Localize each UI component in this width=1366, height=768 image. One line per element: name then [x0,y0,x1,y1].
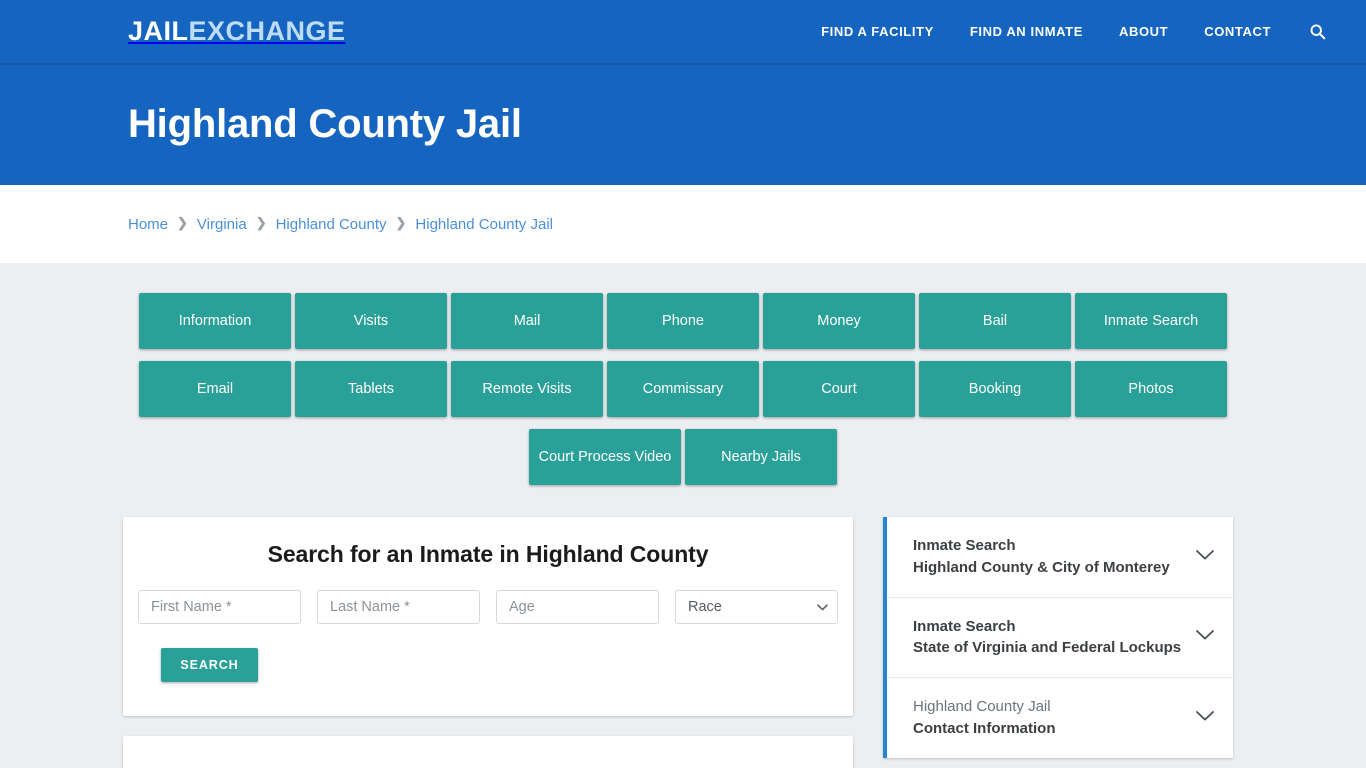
sidebar-accordion: Inmate Search Highland County & City of … [883,517,1233,758]
button-row-1: Information Visits Mail Phone Money Bail… [133,293,1233,349]
nav-item-find-an-inmate[interactable]: FIND AN INMATE [952,0,1101,64]
search-icon [1309,23,1326,40]
content-container: Information Visits Mail Phone Money Bail… [123,263,1243,768]
accordion-item-text: Inmate Search State of Virginia and Fede… [913,616,1181,660]
sidebar-column: Inmate Search Highland County & City of … [883,517,1233,758]
accordion-item-line2: State of Virginia and Federal Lockups [913,639,1182,657]
main-columns: Search for an Inmate in Highland County … [123,517,1243,768]
button-row-3: Court Process Video Nearby Jails [133,429,1233,485]
section-button-nearby-jails[interactable]: Nearby Jails [685,429,837,485]
accordion-item-line1: Highland County Jail [913,698,1051,715]
main-nav: FIND A FACILITY FIND AN INMATE ABOUT CON… [803,0,1338,64]
accordion-item-line1: Inmate Search [913,617,1016,635]
breadcrumb-separator-icon: ❯ [395,215,407,230]
section-button-booking[interactable]: Booking [919,361,1071,417]
section-button-photos[interactable]: Photos [1075,361,1227,417]
breadcrumb-bar: Home ❯ Virginia ❯ Highland County ❯ High… [0,185,1366,263]
accordion-item-line2: Highland County & City of Monterey [913,558,1170,576]
section-button-email[interactable]: Email [139,361,291,417]
accordion-item-text: Inmate Search Highland County & City of … [913,535,1170,579]
accordion-item-text: Highland County Jail Contact Information [913,696,1056,740]
breadcrumb-item-highland-county-jail[interactable]: Highland County Jail [415,216,553,233]
nav-item-about[interactable]: ABOUT [1101,0,1186,64]
breadcrumb-item-home[interactable]: Home [128,216,168,233]
section-button-tablets[interactable]: Tablets [295,361,447,417]
section-button-bail[interactable]: Bail [919,293,1071,349]
section-button-court-process-video[interactable]: Court Process Video [529,429,681,485]
breadcrumb-item-virginia[interactable]: Virginia [197,216,247,233]
page-title: Highland County Jail [128,101,522,146]
hero-banner: Highland County Jail [0,65,1366,185]
jail-information-card: Highland County Jail Information [123,736,853,768]
inmate-search-submit-button[interactable]: SEARCH [161,648,258,682]
section-button-information[interactable]: Information [139,293,291,349]
race-select[interactable]: Race [675,590,838,624]
chevron-down-icon [1195,548,1215,566]
breadcrumb-separator-icon: ❯ [255,215,267,230]
nav-item-contact[interactable]: CONTACT [1186,0,1289,64]
search-toggle-button[interactable] [1289,23,1338,40]
accordion-item-line2: Contact Information [913,719,1056,737]
button-row-2: Email Tablets Remote Visits Commissary C… [133,361,1233,417]
section-button-commissary[interactable]: Commissary [607,361,759,417]
accordion-item-line1: Inmate Search [913,537,1016,554]
section-button-phone[interactable]: Phone [607,293,759,349]
age-input[interactable] [496,590,659,624]
main-column: Search for an Inmate in Highland County … [123,517,853,768]
nav-item-find-a-facility[interactable]: FIND A FACILITY [803,0,952,64]
section-button-court[interactable]: Court [763,361,915,417]
accordion-item-inmate-search-state[interactable]: Inmate Search State of Virginia and Fede… [887,598,1233,678]
breadcrumb-separator-icon: ❯ [177,215,188,230]
inmate-search-heading: Search for an Inmate in Highland County [267,541,709,567]
breadcrumb-item-highland-county[interactable]: Highland County [276,216,387,233]
section-button-money[interactable]: Money [763,293,915,349]
section-button-mail[interactable]: Mail [451,293,603,349]
facility-section-buttons: Information Visits Mail Phone Money Bail… [133,293,1233,485]
accordion-item-inmate-search-county[interactable]: Inmate Search Highland County & City of … [887,517,1233,598]
top-navigation-bar: JAILEXCHANGE FIND A FACILITY FIND AN INM… [0,0,1366,65]
race-select-wrapper: Race [675,590,838,624]
section-button-visits[interactable]: Visits [295,293,447,349]
jail-information-heading: Highland County Jail Information [145,764,831,768]
inmate-search-card: Search for an Inmate in Highland County … [123,517,853,716]
site-logo[interactable]: JAILEXCHANGE [128,18,346,45]
section-button-inmate-search[interactable]: Inmate Search [1075,293,1227,349]
chevron-down-icon [1195,628,1215,646]
first-name-input[interactable] [138,590,301,624]
breadcrumb: Home ❯ Virginia ❯ Highland County ❯ High… [128,215,553,233]
section-button-remote-visits[interactable]: Remote Visits [451,361,603,417]
inmate-search-form: Race [138,590,838,624]
last-name-input[interactable] [317,590,480,624]
accordion-item-contact-information[interactable]: Highland County Jail Contact Information [887,678,1233,758]
logo-text-secondary: EXCHANGE [188,16,346,46]
chevron-down-icon [1195,709,1215,727]
logo-text-primary: JAIL [128,16,189,46]
page-body: Information Visits Mail Phone Money Bail… [0,263,1366,768]
